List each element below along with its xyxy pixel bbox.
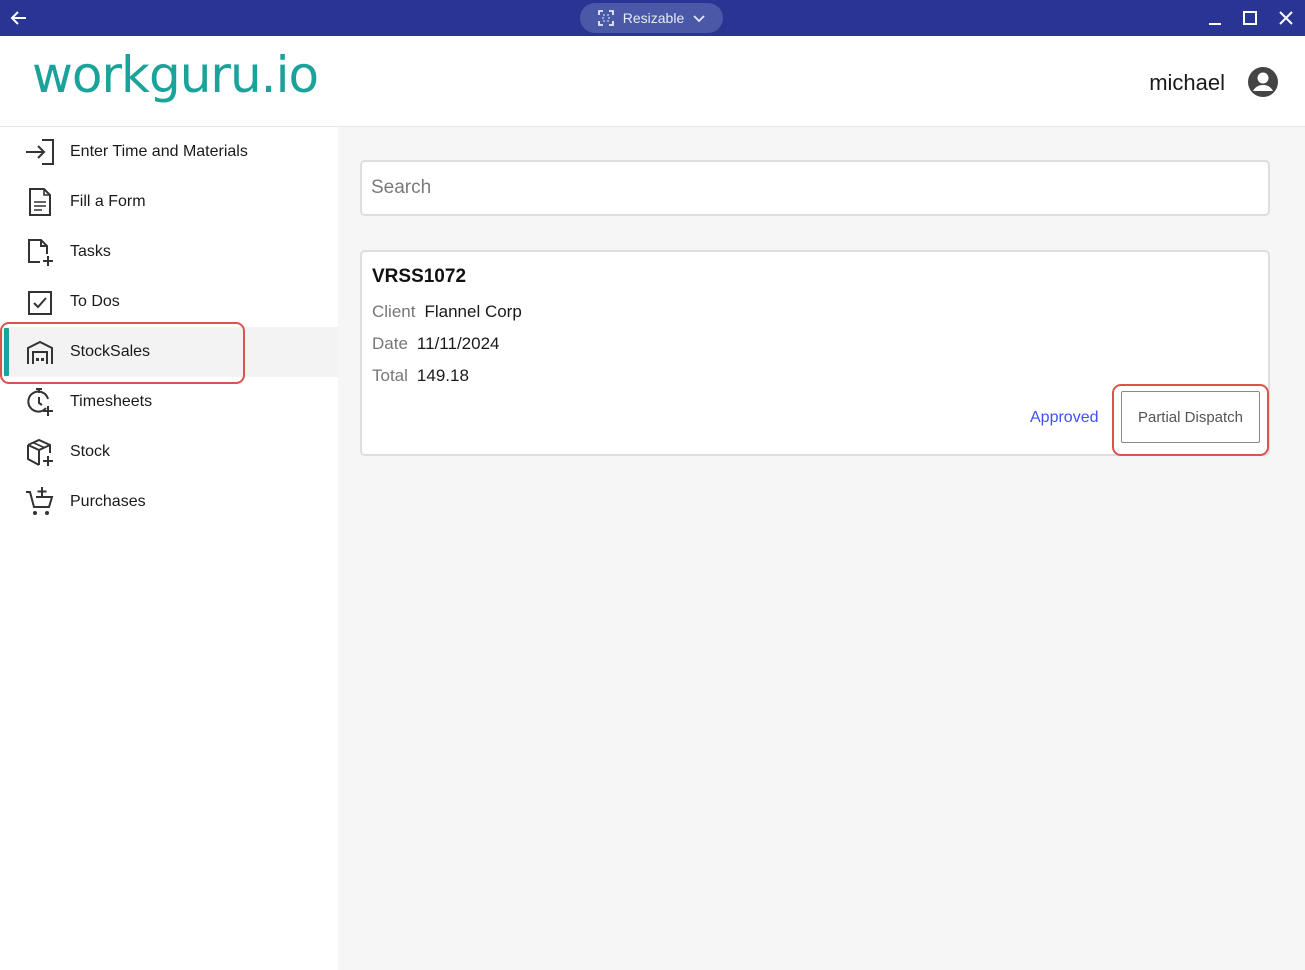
account-circle-icon[interactable] bbox=[1246, 65, 1280, 99]
client-label: Client bbox=[372, 302, 416, 321]
sidebar-item-label: Tasks bbox=[70, 243, 111, 260]
resize-mode-label: Resizable bbox=[622, 10, 685, 26]
sidebar-item-tasks[interactable]: Tasks bbox=[0, 227, 338, 277]
status-approved-link[interactable]: Approved bbox=[1030, 409, 1099, 427]
search-input[interactable] bbox=[360, 160, 1270, 216]
date-label: Date bbox=[372, 334, 408, 353]
workguru-logo: workguru.io bbox=[32, 46, 319, 104]
sidebar-nav: Enter Time and Materials Fill a Form Tas… bbox=[0, 127, 338, 970]
resize-mode-dropdown[interactable]: Resizable bbox=[580, 3, 723, 33]
enter-arrow-icon bbox=[24, 136, 56, 168]
stocksale-card[interactable]: VRSS1072 Client Flannel Corp Date 11/11/20… bbox=[360, 250, 1270, 456]
sidebar-item-fill-a-form[interactable]: Fill a Form bbox=[0, 177, 338, 227]
stopwatch-icon bbox=[24, 386, 56, 418]
sidebar-item-label: Fill a Form bbox=[70, 193, 146, 210]
total-row: Total 149.18 bbox=[372, 366, 469, 386]
window-titlebar: Resizable bbox=[0, 0, 1305, 36]
sidebar-item-label: Purchases bbox=[70, 493, 146, 510]
client-row: Client Flannel Corp bbox=[372, 302, 522, 322]
maximize-icon[interactable] bbox=[1240, 8, 1260, 28]
sidebar-item-to-dos[interactable]: To Dos bbox=[0, 277, 338, 327]
sidebar-item-label: StockSales bbox=[70, 343, 151, 360]
document-icon bbox=[24, 186, 56, 218]
date-value: 11/11/2024 bbox=[416, 334, 500, 353]
sidebar-item-enter-time-and-materials[interactable]: Enter Time and Materials bbox=[0, 127, 338, 177]
sidebar-item-timesheets[interactable]: Timesheets bbox=[0, 377, 338, 427]
resize-icon bbox=[597, 9, 615, 27]
sidebar-item-label: Timesheets bbox=[70, 393, 153, 410]
sidebar-item-label: To Dos bbox=[70, 293, 120, 310]
sidebar-item-stocksales[interactable]: StockSales bbox=[0, 327, 338, 377]
close-icon[interactable] bbox=[1276, 8, 1296, 28]
date-row: Date 11/11/2024 bbox=[372, 334, 499, 354]
total-label: Total bbox=[372, 366, 408, 385]
minimize-icon[interactable] bbox=[1205, 8, 1225, 28]
sidebar-item-label: Enter Time and Materials bbox=[70, 143, 248, 160]
total-value: 149.18 bbox=[416, 366, 469, 385]
chevron-down-icon bbox=[692, 11, 706, 25]
task-add-icon bbox=[24, 236, 56, 268]
sidebar-item-purchases[interactable]: Purchases bbox=[0, 477, 338, 527]
warehouse-icon bbox=[24, 336, 56, 368]
partial-dispatch-button[interactable]: Partial Dispatch bbox=[1121, 391, 1260, 443]
back-arrow-icon[interactable] bbox=[8, 7, 30, 29]
client-value: Flannel Corp bbox=[424, 302, 522, 321]
cart-add-icon bbox=[24, 486, 56, 518]
app-header: workguru.io michael bbox=[0, 36, 1305, 127]
main-content: VRSS1072 Client Flannel Corp Date 11/11/20… bbox=[338, 127, 1305, 970]
checkbox-icon bbox=[24, 286, 56, 318]
username[interactable]: michael bbox=[1149, 70, 1225, 96]
package-icon bbox=[24, 436, 56, 468]
stocksale-number: VRSS1072 bbox=[372, 266, 467, 287]
sidebar-item-label: Stock bbox=[70, 443, 111, 460]
sidebar-item-stock[interactable]: Stock bbox=[0, 427, 338, 477]
